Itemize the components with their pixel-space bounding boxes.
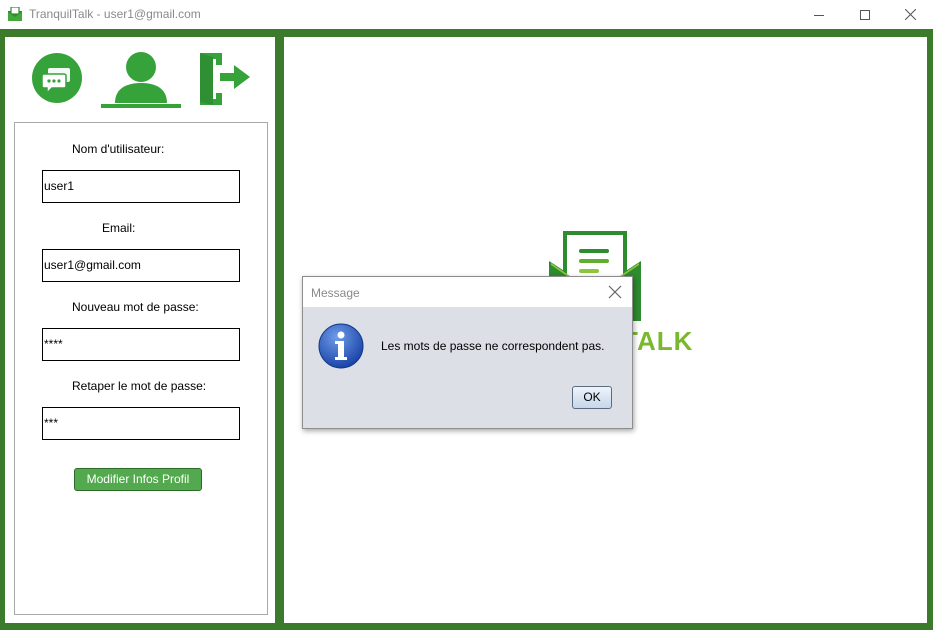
- dialog-close-icon[interactable]: [608, 285, 622, 299]
- modify-profile-button[interactable]: Modifier Infos Profil: [74, 468, 202, 491]
- new-password-field[interactable]: ****: [42, 328, 240, 361]
- ok-button[interactable]: OK: [572, 386, 612, 409]
- nav-logout-button[interactable]: [200, 53, 252, 108]
- close-icon: [904, 9, 916, 20]
- maximize-icon: [860, 9, 870, 20]
- username-field[interactable]: user1: [42, 170, 240, 203]
- dialog-titlebar: Message: [303, 277, 632, 307]
- minimize-button[interactable]: [796, 0, 842, 29]
- window-titlebar: TranquilTalk - user1@gmail.com: [0, 0, 933, 29]
- profile-form: Nom d'utilisateur: user1 Email: user1@gm…: [14, 122, 268, 615]
- window-title: TranquilTalk - user1@gmail.com: [29, 7, 201, 21]
- maximize-button[interactable]: [842, 0, 888, 29]
- app-logo-icon: [8, 7, 22, 21]
- close-button[interactable]: [887, 0, 933, 29]
- chat-bubbles-icon: [32, 53, 82, 103]
- sidebar: Nom d'utilisateur: user1 Email: user1@gm…: [5, 37, 275, 623]
- retype-password-label: Retaper le mot de passe:: [72, 379, 207, 393]
- info-icon: [318, 323, 364, 369]
- username-label: Nom d'utilisateur:: [72, 142, 165, 156]
- logout-icon: [200, 53, 250, 105]
- message-dialog: Message Les mots de passe ne corresponde…: [302, 276, 633, 429]
- dialog-title: Message: [311, 286, 360, 300]
- active-tab-indicator: [101, 104, 181, 108]
- email-label: Email:: [102, 221, 136, 235]
- minimize-icon: [814, 14, 824, 16]
- email-field[interactable]: user1@gmail.com: [42, 249, 240, 282]
- nav-chat-button[interactable]: [31, 52, 83, 107]
- dialog-message: Les mots de passe ne correspondent pas.: [381, 339, 605, 353]
- nav-profile-button[interactable]: [113, 51, 169, 106]
- user-profile-icon: [115, 52, 167, 103]
- new-password-label: Nouveau mot de passe:: [72, 300, 199, 314]
- retype-password-field[interactable]: ***: [42, 407, 240, 440]
